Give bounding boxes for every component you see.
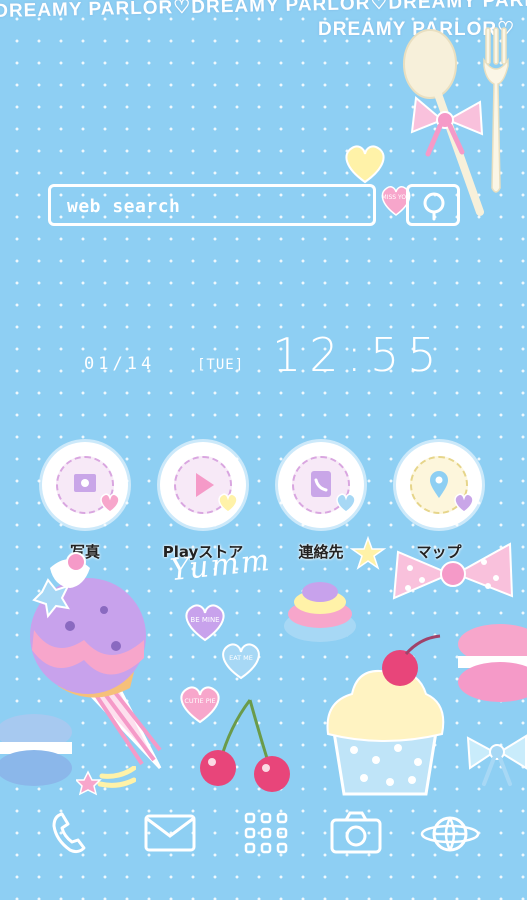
dock-browser[interactable] (420, 808, 480, 858)
star-decoration (76, 766, 136, 796)
clock-day: [TUE] (197, 357, 245, 373)
heart-candy-decoration: BE MINE (185, 604, 225, 642)
dock-camera[interactable] (328, 808, 384, 858)
heart-candy-decoration (345, 145, 385, 184)
dock-app-drawer[interactable] (238, 808, 294, 858)
search-icon (423, 192, 445, 221)
heart-candy-decoration: EAT ME (222, 643, 260, 680)
phone-icon (52, 812, 86, 854)
camera-icon (330, 811, 382, 854)
bow-decoration (466, 734, 527, 786)
app-icon-frame (278, 442, 364, 528)
app-drawer-icon (244, 812, 288, 854)
search-button[interactable] (406, 184, 460, 226)
search-placeholder: web search (67, 196, 181, 217)
clock-date: 01/14 (84, 354, 156, 374)
heart-text: EAT ME (229, 654, 253, 662)
cupcake-decoration (326, 634, 445, 796)
cherries-decoration (200, 699, 290, 792)
bow-decoration (392, 542, 514, 600)
mail-icon (144, 814, 196, 852)
app-icon-frame (160, 442, 246, 528)
search-bar[interactable]: web search (48, 184, 376, 226)
macaron-decoration (0, 714, 72, 786)
clock-time: 12:55 (272, 328, 445, 382)
dock-mail[interactable] (142, 808, 198, 858)
browser-icon (420, 816, 480, 852)
star-decoration (350, 536, 386, 570)
heart-text: BE MINE (190, 616, 219, 624)
dock-phone[interactable] (44, 808, 100, 858)
macaron-decoration (458, 624, 527, 702)
app-icon-frame (396, 442, 482, 528)
app-icon-frame (42, 442, 128, 528)
